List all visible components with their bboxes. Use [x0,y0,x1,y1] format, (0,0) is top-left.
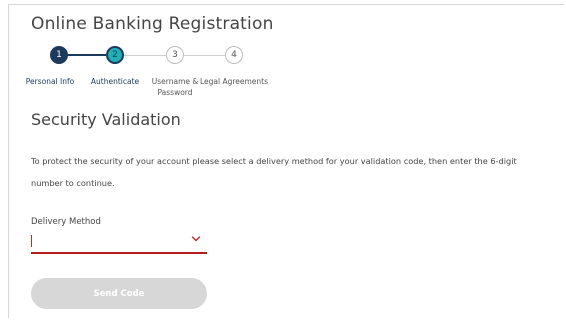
step-connector-3-4 [184,55,225,56]
registration-stepper: 1 2 3 4 Personal Info Authenticate Usern… [0,0,566,110]
step-3-indicator: 3 [166,46,184,64]
instructions-text: To protect the security of your account … [31,156,517,188]
step-2-indicator: 2 [106,46,124,64]
section-title: Security Validation [31,110,181,129]
send-code-button[interactable]: Send Code [31,278,207,309]
step-connector-2-3 [124,55,166,56]
chevron-down-icon[interactable] [191,234,201,244]
step-1-indicator: 1 [50,46,68,64]
step-4-indicator: 4 [225,46,243,64]
delivery-method-label: Delivery Method [31,217,101,227]
step-4-label: Legal Agreements [199,77,269,86]
delivery-method-select[interactable] [31,232,207,254]
step-1-label: Personal Info [25,77,75,86]
text-cursor [31,235,32,247]
